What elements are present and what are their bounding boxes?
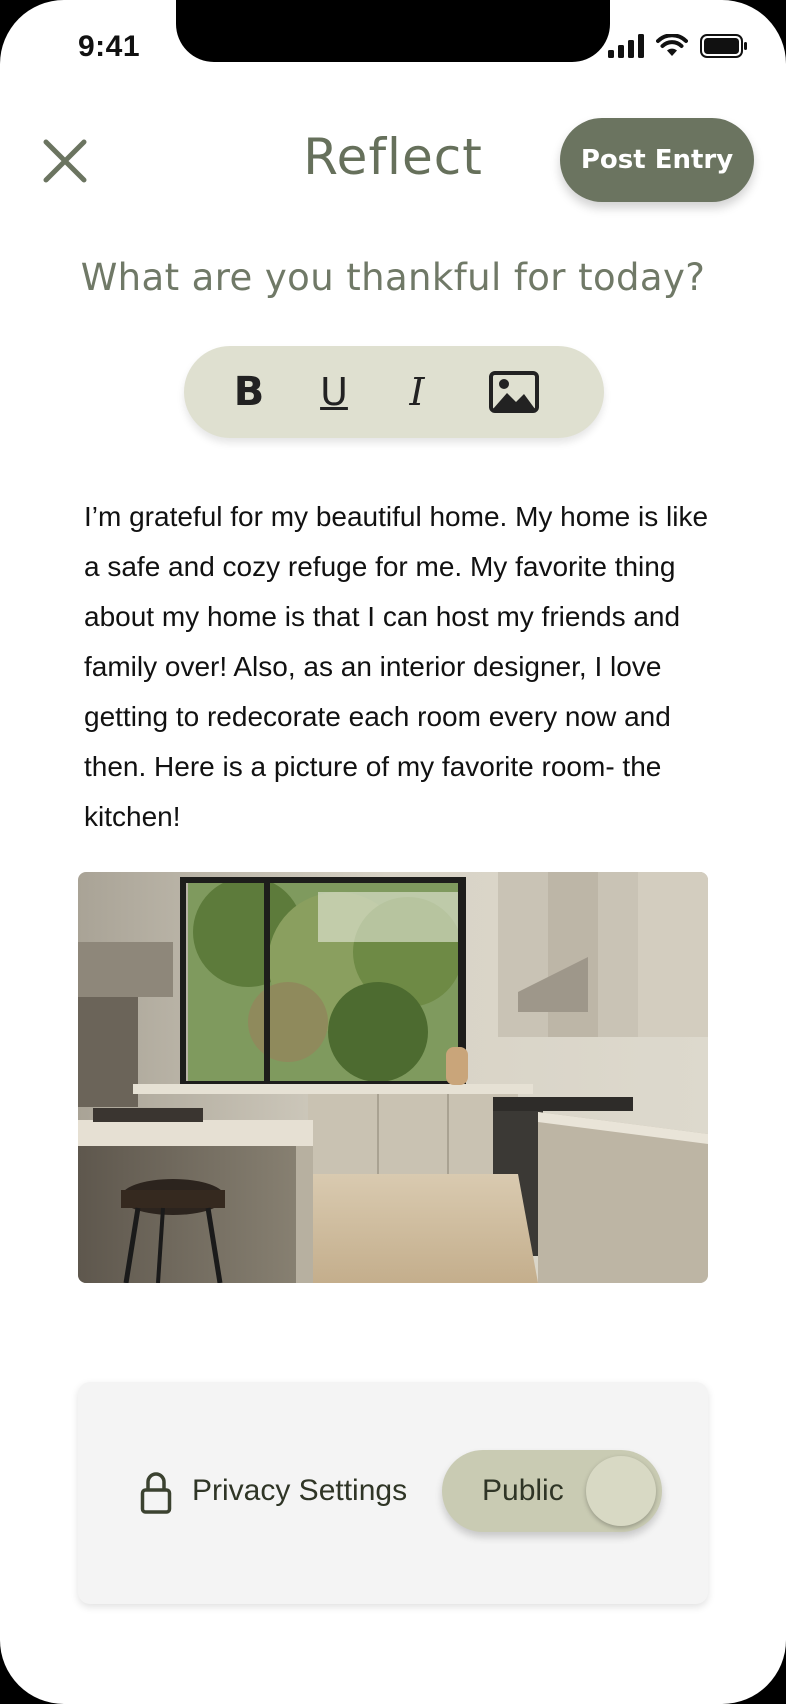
- image-icon: [489, 371, 539, 413]
- close-button[interactable]: [42, 138, 88, 184]
- privacy-settings-label: Privacy Settings: [192, 1474, 408, 1507]
- status-icons: [608, 34, 748, 58]
- signal-icon: [608, 34, 644, 58]
- toggle-knob[interactable]: [586, 1456, 656, 1526]
- post-entry-button[interactable]: Post Entry: [560, 118, 754, 202]
- lock-icon: [140, 1472, 172, 1514]
- underline-button[interactable]: U: [309, 346, 359, 438]
- battery-icon: [700, 34, 747, 58]
- insert-image-button[interactable]: [484, 346, 544, 438]
- italic-button[interactable]: I: [392, 346, 442, 438]
- bold-button[interactable]: B: [224, 346, 274, 438]
- privacy-card: Privacy Settings Public: [78, 1382, 708, 1604]
- kitchen-photo: [78, 872, 708, 1283]
- status-time: 9:41: [78, 30, 141, 63]
- toggle-state-label: Public: [482, 1474, 564, 1507]
- entry-text[interactable]: I’m grateful for my beautiful home. My h…: [84, 492, 724, 842]
- close-icon: [43, 139, 87, 183]
- phone-screen: 9:41 Reflect Post Entry What are you tha…: [0, 0, 786, 1704]
- formatting-toolbar: B U I: [184, 346, 604, 438]
- privacy-toggle[interactable]: Public: [442, 1450, 662, 1532]
- journal-prompt: What are you thankful for today?: [80, 256, 706, 299]
- notch: [176, 0, 610, 62]
- wifi-icon: [656, 34, 688, 56]
